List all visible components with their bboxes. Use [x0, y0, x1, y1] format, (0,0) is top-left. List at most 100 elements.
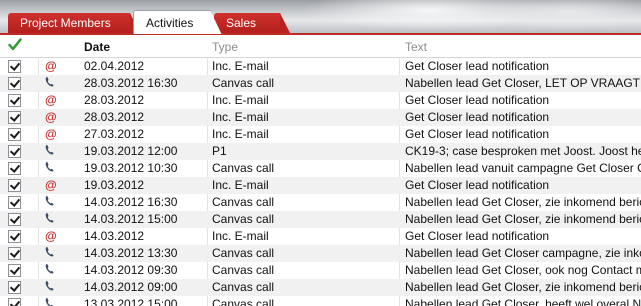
table-row[interactable]: @14.03.2012 Inc. E-mail Get Closer lead no…	[0, 228, 641, 245]
row-checkbox[interactable]	[8, 162, 22, 175]
row-checkbox[interactable]	[8, 60, 22, 73]
cell-date: 19.03.2012	[84, 178, 145, 192]
table-row[interactable]: @27.03.2012 Inc. E-mail Get Closer lead no…	[0, 126, 641, 143]
email-icon: @	[45, 59, 57, 73]
table-row[interactable]: @02.04.2012 Inc. E-mail Get Closer lead no…	[0, 58, 641, 75]
cell-type: Canvas call	[212, 76, 275, 90]
row-checkbox[interactable]	[8, 264, 22, 277]
table-row[interactable]: 14.03.2012 16:30 Canvas call Nabellen lead…	[0, 194, 641, 211]
cell-date: 19.03.2012 12:00	[84, 144, 178, 158]
tab-label: Activities	[146, 16, 194, 30]
email-icon: @	[45, 127, 57, 141]
row-checkbox[interactable]	[8, 128, 22, 141]
cell-date: 13.03.2012 15:00	[84, 297, 178, 306]
cell-date: 02.04.2012	[84, 59, 145, 73]
email-icon: @	[45, 93, 57, 107]
cell-type: Canvas call	[212, 212, 275, 226]
cell-text: Nabellen lead Get Closer, zie inkomend b…	[405, 212, 641, 226]
table-row[interactable]: 19.03.2012 10:30 Canvas call Nabellen lead…	[0, 160, 641, 177]
cell-type: Canvas call	[212, 263, 275, 277]
cell-text: Nabellen lead vanuit campagne Get Closer…	[405, 161, 641, 175]
cell-type: Inc. E-mail	[212, 110, 269, 124]
cell-text: Nabellen lead Get Closer, heeft wel over…	[405, 297, 641, 306]
cell-type: P1	[212, 144, 227, 158]
cell-type: Inc. E-mail	[212, 178, 269, 192]
cell-text: Nabellen lead Get Closer campagne, zie i…	[405, 246, 641, 260]
phone-icon	[45, 245, 61, 262]
cell-text: Nabellen lead Get Closer, ook nog Contac…	[405, 263, 641, 277]
cell-type: Inc. E-mail	[212, 229, 269, 243]
phone-icon	[45, 75, 61, 92]
cell-text: Get Closer lead notification	[405, 93, 550, 107]
cell-text: Get Closer lead notification	[405, 127, 550, 141]
cell-date: 27.03.2012	[84, 127, 145, 141]
phone-icon	[45, 160, 61, 177]
cell-date: 28.03.2012 16:30	[84, 76, 178, 90]
cell-text: CK19-3; case besproken met Joost. Joost …	[405, 144, 641, 158]
grid-header: Date Type Text	[0, 35, 641, 58]
cell-date: 28.03.2012	[84, 93, 145, 107]
tab-label: Project Members	[20, 16, 111, 30]
table-row[interactable]: 14.03.2012 15:00 Canvas call Nabellen lead…	[0, 211, 641, 228]
table-row[interactable]: 14.03.2012 09:30 Canvas call Nabellen lead…	[0, 262, 641, 279]
cell-type: Inc. E-mail	[212, 59, 269, 73]
activities-grid: Date Type Text @02.04.2012 Inc. E-mail Get…	[0, 35, 641, 306]
row-checkbox[interactable]	[8, 298, 22, 306]
row-checkbox[interactable]	[8, 281, 22, 294]
cell-date: 19.03.2012 10:30	[84, 161, 178, 175]
phone-icon	[45, 262, 61, 279]
table-row[interactable]: 14.03.2012 13:30 Canvas call Nabellen lead…	[0, 245, 641, 262]
cell-type: Inc. E-mail	[212, 93, 269, 107]
cell-date: 14.03.2012	[84, 229, 145, 243]
tab-sales[interactable]: Sales	[214, 13, 290, 33]
grid-body: @02.04.2012 Inc. E-mail Get Closer lead no…	[0, 58, 641, 306]
tab-bar: Project Members Sales Activities	[0, 0, 641, 34]
cell-date: 14.03.2012 09:00	[84, 280, 178, 294]
email-icon: @	[45, 178, 57, 192]
cell-text: Nabellen lead Get Closer, LET OP VRAAGT …	[405, 76, 641, 90]
row-checkbox[interactable]	[8, 213, 22, 226]
row-checkbox[interactable]	[8, 247, 22, 260]
phone-icon	[45, 211, 61, 228]
tab-project-members[interactable]: Project Members	[8, 13, 140, 33]
tab-strip-underline	[0, 33, 641, 35]
phone-icon	[45, 279, 61, 296]
cell-text: Get Closer lead notification	[405, 229, 550, 243]
row-checkbox[interactable]	[8, 94, 22, 107]
tab-activities[interactable]: Activities	[133, 10, 222, 34]
cell-text: Get Closer lead notification	[405, 59, 550, 73]
cell-type: Canvas call	[212, 280, 275, 294]
row-checkbox[interactable]	[8, 111, 22, 124]
table-row[interactable]: 28.03.2012 16:30 Canvas call Nabellen lead…	[0, 75, 641, 92]
cell-date: 14.03.2012 09:30	[84, 263, 178, 277]
row-checkbox[interactable]	[8, 145, 22, 158]
cell-date: 14.03.2012 13:30	[84, 246, 178, 260]
cell-type: Inc. E-mail	[212, 127, 269, 141]
column-header-type[interactable]: Type	[212, 35, 238, 57]
table-row[interactable]: @28.03.2012 Inc. E-mail Get Closer lead no…	[0, 92, 641, 109]
phone-icon	[45, 194, 61, 211]
row-checkbox[interactable]	[8, 77, 22, 90]
table-row[interactable]: @28.03.2012 Inc. E-mail Get Closer lead no…	[0, 109, 641, 126]
column-header-date[interactable]: Date	[84, 35, 110, 57]
cell-date: 28.03.2012	[84, 110, 145, 124]
column-header-text[interactable]: Text	[405, 35, 427, 57]
email-icon: @	[45, 110, 57, 124]
cell-date: 14.03.2012 15:00	[84, 212, 178, 226]
table-row[interactable]: @19.03.2012 Inc. E-mail Get Closer lead no…	[0, 177, 641, 194]
cell-text: Get Closer lead notification	[405, 110, 550, 124]
cell-date: 14.03.2012 16:30	[84, 195, 178, 209]
table-row[interactable]: 14.03.2012 09:00 Canvas call Nabellen lead…	[0, 279, 641, 296]
cell-type: Canvas call	[212, 195, 275, 209]
checkmark-header-icon[interactable]	[8, 38, 22, 54]
cell-type: Canvas call	[212, 297, 275, 306]
cell-text: Nabellen lead Get Closer, zie inkomend b…	[405, 280, 641, 294]
row-checkbox[interactable]	[8, 230, 22, 243]
row-checkbox[interactable]	[8, 179, 22, 192]
table-row[interactable]: 13.03.2012 15:00 Canvas call Nabellen lead…	[0, 296, 641, 306]
cell-type: Canvas call	[212, 161, 275, 175]
row-checkbox[interactable]	[8, 196, 22, 209]
tab-label: Sales	[226, 16, 257, 30]
email-icon: @	[45, 229, 57, 243]
table-row[interactable]: 19.03.2012 12:00 P1 CK19-3; case besproken…	[0, 143, 641, 160]
